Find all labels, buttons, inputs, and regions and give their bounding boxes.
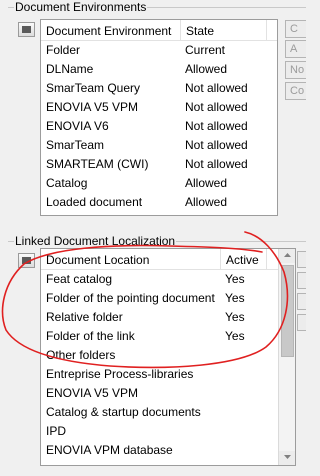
loc-list-item[interactable]: Folder of the link Yes: [41, 327, 295, 346]
env-list-item-state: Not allowed: [185, 81, 248, 95]
env-side-button-co[interactable]: Co: [285, 82, 306, 100]
loc-list-item[interactable]: ENOVIA VPM database: [41, 441, 295, 460]
loc-list-item[interactable]: Relative folder Yes: [41, 308, 295, 327]
env-list-item-environment: ENOVIA V6: [46, 119, 109, 133]
column-document-environment[interactable]: Document Environment: [41, 20, 181, 40]
document-environments-title: Document Environments: [14, 0, 148, 14]
env-list-item[interactable]: ENOVIA V6 Not allowed: [41, 117, 277, 136]
env-list-item-state: Not allowed: [185, 119, 248, 133]
loc-options-icon[interactable]: [18, 253, 35, 268]
env-list-item[interactable]: SmarTeam Query Not allowed: [41, 79, 277, 98]
loc-list-item-location: Folder of the pointing document: [46, 291, 215, 305]
linked-document-localization-title: Linked Document Localization: [14, 234, 177, 248]
loc-side-button-4[interactable]: [297, 314, 306, 331]
loc-list-item-active: [220, 403, 265, 422]
env-list-item-environment: DLName: [46, 62, 94, 76]
document-environment-list[interactable]: Document Environment State Folder Current…: [40, 19, 278, 216]
env-side-button-no[interactable]: No: [285, 61, 306, 79]
loc-list-item-location: ENOVIA V5 VPM: [46, 386, 139, 400]
env-list-item[interactable]: Catalog Allowed: [41, 174, 277, 193]
location-list-scrollbar[interactable]: [278, 249, 295, 465]
env-list-item[interactable]: SmarTeam Not allowed: [41, 136, 277, 155]
env-list-item-environment: SmarTeam: [46, 138, 105, 152]
loc-list-item-location: Other folders: [46, 348, 116, 362]
loc-list-item-active: [220, 422, 265, 441]
scroll-thumb[interactable]: [281, 265, 294, 357]
loc-list-item[interactable]: Other folders: [41, 346, 295, 365]
env-options-icon[interactable]: [18, 22, 35, 37]
scroll-up-arrow-icon[interactable]: [279, 249, 295, 263]
loc-list-item-location: IPD: [46, 424, 67, 438]
column-document-location[interactable]: Document Location: [41, 249, 221, 269]
loc-list-item-active: Yes: [225, 329, 245, 343]
loc-list-item-location: Catalog & startup documents: [46, 405, 201, 419]
loc-list-item[interactable]: Folder of the pointing document Yes: [41, 289, 295, 308]
loc-list-item-active: [220, 441, 265, 460]
env-list-item-state: Current: [185, 43, 226, 57]
env-list-item-state: Not allowed: [185, 157, 248, 171]
env-list-item-state: Not allowed: [185, 138, 248, 152]
env-side-button-a[interactable]: A: [285, 40, 306, 58]
column-state[interactable]: State: [181, 20, 267, 40]
env-list-item-environment: ENOVIA V5 VPM: [46, 100, 139, 114]
loc-list-item-location: Entreprise Process-libraries: [46, 367, 194, 381]
env-list-item-environment: SmarTeam Query: [46, 81, 141, 95]
env-list-item-environment: Loaded document: [46, 195, 143, 209]
loc-list-item-active: Yes: [225, 272, 245, 286]
loc-list-item-active: [220, 346, 265, 365]
loc-list-item-location: Feat catalog: [46, 272, 113, 286]
loc-side-button-2[interactable]: [297, 272, 306, 289]
loc-list-item-location: Folder of the link: [46, 329, 135, 343]
env-list-item[interactable]: SMARTEAM (CWI) Not allowed: [41, 155, 277, 174]
env-list-item-state: Allowed: [185, 176, 228, 190]
env-list-item-environment: Catalog: [46, 176, 88, 190]
loc-list-item[interactable]: Catalog & startup documents: [41, 403, 295, 422]
env-list-header: Document Environment State: [41, 20, 277, 41]
loc-list-header: Document Location Active: [41, 249, 295, 270]
loc-list-item[interactable]: Feat catalog Yes: [41, 270, 295, 289]
loc-list-item-active: [220, 365, 265, 384]
loc-list-item-active: [220, 384, 265, 403]
env-list-item[interactable]: Folder Current: [41, 41, 277, 60]
loc-list-item[interactable]: ENOVIA V5 VPM: [41, 384, 295, 403]
env-list-item-environment: SMARTEAM (CWI): [46, 157, 149, 171]
env-list-item-state: Allowed: [185, 195, 228, 209]
loc-list-item-active: Yes: [225, 291, 245, 305]
loc-side-button-1[interactable]: [297, 251, 306, 268]
env-list-item-state: Allowed: [185, 62, 228, 76]
env-list-item-environment: Folder: [46, 43, 81, 57]
loc-list-item[interactable]: IPD: [41, 422, 295, 441]
scroll-down-arrow-icon[interactable]: [279, 451, 295, 465]
env-list-item[interactable]: DLName Allowed: [41, 60, 277, 79]
loc-list-item-active: Yes: [225, 310, 245, 324]
loc-side-button-3[interactable]: [297, 293, 306, 310]
env-side-button-c[interactable]: C: [285, 20, 306, 38]
env-list-item-state: Not allowed: [185, 100, 248, 114]
column-active[interactable]: Active: [221, 249, 267, 269]
loc-list-item-location: ENOVIA VPM database: [46, 443, 173, 457]
env-list-item[interactable]: Loaded document Allowed: [41, 193, 277, 212]
env-list-item[interactable]: ENOVIA V5 VPM Not allowed: [41, 98, 277, 117]
document-location-list[interactable]: Document Location Active Feat catalog Yes…: [40, 248, 296, 466]
loc-list-item[interactable]: Entreprise Process-libraries: [41, 365, 295, 384]
loc-list-item-location: Relative folder: [46, 310, 123, 324]
